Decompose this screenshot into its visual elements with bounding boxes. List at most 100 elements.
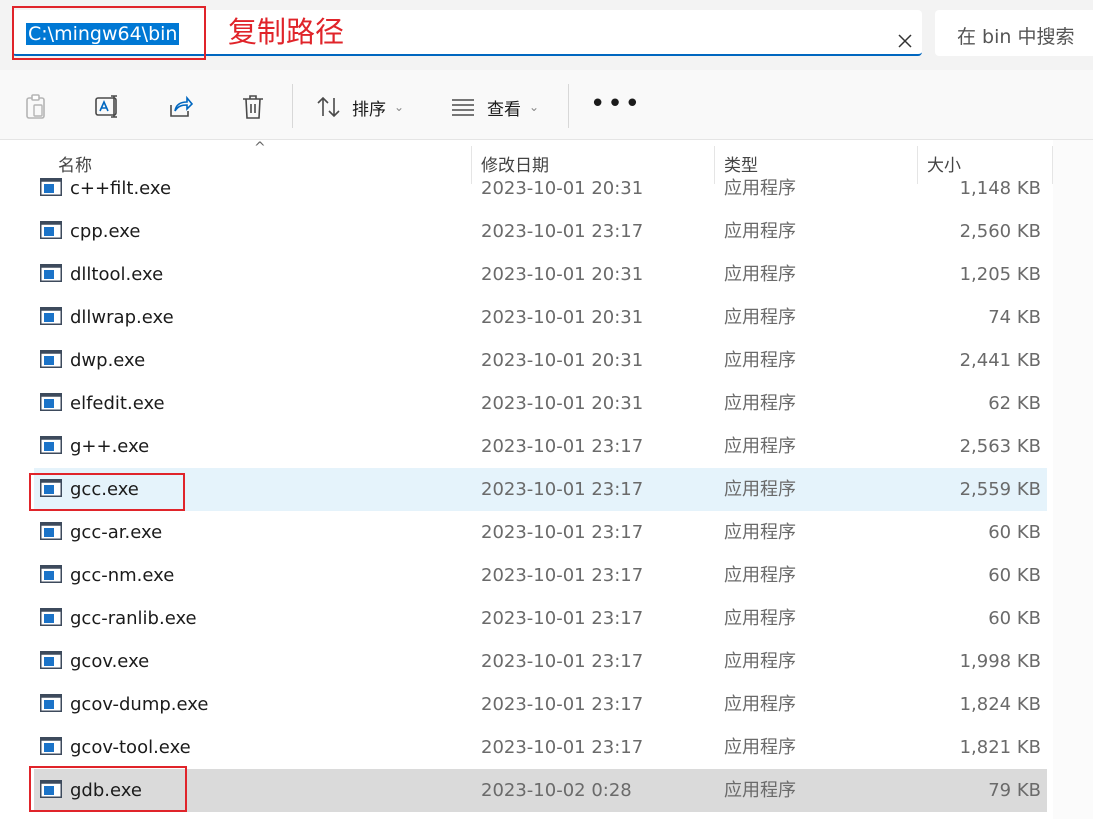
exe-file-icon [40, 221, 62, 239]
title-bar: C:\mingw64\bin 复制路径 在 bin 中搜索 [0, 0, 1093, 70]
delete-button[interactable] [238, 92, 268, 122]
file-name: gcc.exe [70, 479, 139, 500]
view-menu-button[interactable]: 查看 ⌄ [451, 92, 539, 122]
file-size: 2,559 KB [959, 479, 1041, 500]
file-size: 1,824 KB [959, 694, 1041, 715]
file-name: dlltool.exe [70, 264, 164, 285]
file-size: 79 KB [988, 780, 1041, 801]
file-size: 2,441 KB [959, 350, 1041, 371]
share-icon [170, 95, 194, 117]
paste-button[interactable] [21, 92, 51, 122]
view-list-icon [452, 99, 474, 116]
toolbar-divider [292, 84, 293, 128]
file-date: 2023-10-01 20:31 [481, 264, 644, 285]
file-type: 应用程序 [724, 436, 796, 457]
sort-icon [317, 96, 340, 118]
exe-file-icon [40, 780, 62, 798]
file-type: 应用程序 [724, 737, 796, 758]
file-type: 应用程序 [724, 780, 796, 801]
view-label: 查看 [487, 99, 521, 120]
file-name: gcc-ranlib.exe [70, 608, 197, 629]
column-size[interactable]: 大小 [927, 151, 961, 176]
file-row[interactable]: gcc-nm.exe 2023-10-01 23:17 应用程序 60 KB [34, 554, 1047, 597]
column-header: ^ 名称 修改日期 类型 大小 [0, 140, 1093, 184]
file-date: 2023-10-01 23:17 [481, 565, 644, 586]
file-type: 应用程序 [724, 479, 796, 500]
file-name: dwp.exe [70, 350, 146, 371]
file-size: 60 KB [988, 608, 1041, 629]
file-type: 应用程序 [724, 307, 796, 328]
file-type: 应用程序 [724, 608, 796, 629]
file-row[interactable]: dwp.exe 2023-10-01 20:31 应用程序 2,441 KB [34, 339, 1047, 382]
file-date: 2023-10-01 23:17 [481, 694, 644, 715]
column-type[interactable]: 类型 [724, 151, 758, 176]
file-name: gcc-nm.exe [70, 565, 175, 586]
column-name[interactable]: 名称 [58, 151, 92, 176]
exe-file-icon [40, 565, 62, 583]
command-bar: 排序 ⌄ 查看 ⌄ ••• [0, 70, 1093, 140]
column-date[interactable]: 修改日期 [481, 151, 549, 176]
file-row[interactable]: elfedit.exe 2023-10-01 20:31 应用程序 62 KB [34, 382, 1047, 425]
file-type: 应用程序 [724, 393, 796, 414]
file-row[interactable]: dllwrap.exe 2023-10-01 20:31 应用程序 74 KB [34, 296, 1047, 339]
file-name: gcov-dump.exe [70, 694, 209, 715]
file-date: 2023-10-01 23:17 [481, 221, 644, 242]
file-row[interactable]: gcc.exe 2023-10-01 23:17 应用程序 2,559 KB [34, 468, 1047, 511]
paste-icon [26, 94, 45, 119]
column-divider[interactable] [714, 146, 715, 184]
file-row[interactable]: gcov.exe 2023-10-01 23:17 应用程序 1,998 KB [34, 640, 1047, 683]
share-button[interactable] [166, 92, 196, 122]
file-list: c++filt.exe 2023-10-01 20:31 应用程序 1,148 KB c… [0, 140, 1093, 819]
file-row[interactable]: g++.exe 2023-10-01 23:17 应用程序 2,563 KB [34, 425, 1047, 468]
file-name: cpp.exe [70, 221, 141, 242]
address-path[interactable]: C:\mingw64\bin [26, 23, 180, 45]
exe-file-icon [40, 522, 62, 540]
file-row[interactable]: gcov-dump.exe 2023-10-01 23:17 应用程序 1,824 K… [34, 683, 1047, 726]
file-date: 2023-10-01 20:31 [481, 393, 644, 414]
sort-menu-button[interactable]: 排序 ⌄ [316, 92, 404, 122]
copy-path-annotation: 复制路径 [228, 15, 345, 49]
file-size: 1,998 KB [959, 651, 1041, 672]
file-row[interactable]: gcc-ar.exe 2023-10-01 23:17 应用程序 60 KB [34, 511, 1047, 554]
exe-file-icon [40, 651, 62, 669]
file-type: 应用程序 [724, 350, 796, 371]
file-name: g++.exe [70, 436, 150, 457]
file-type: 应用程序 [724, 522, 796, 543]
file-date: 2023-10-02 0:28 [481, 780, 632, 801]
exe-file-icon [40, 479, 62, 497]
search-placeholder: 在 bin 中搜索 [957, 26, 1075, 48]
column-divider[interactable] [471, 146, 472, 184]
file-size: 1,821 KB [959, 737, 1041, 758]
file-row[interactable]: gcc-ranlib.exe 2023-10-01 23:17 应用程序 60 KB [34, 597, 1047, 640]
file-rows: c++filt.exe 2023-10-01 20:31 应用程序 1,148 KB c… [34, 167, 1047, 812]
file-size: 60 KB [988, 522, 1041, 543]
file-date: 2023-10-01 20:31 [481, 350, 644, 371]
file-row[interactable]: cpp.exe 2023-10-01 23:17 应用程序 2,560 KB [34, 210, 1047, 253]
address-bar[interactable]: C:\mingw64\bin [12, 10, 922, 56]
rename-icon [95, 95, 117, 118]
exe-file-icon [40, 608, 62, 626]
search-box[interactable]: 在 bin 中搜索 [935, 10, 1093, 56]
file-date: 2023-10-01 23:17 [481, 479, 644, 500]
file-row[interactable]: dlltool.exe 2023-10-01 20:31 应用程序 1,205 KB [34, 253, 1047, 296]
column-divider[interactable] [917, 146, 918, 184]
file-row[interactable]: gcov-tool.exe 2023-10-01 23:17 应用程序 1,821 K… [34, 726, 1047, 769]
more-options-button[interactable]: ••• [590, 91, 642, 117]
exe-file-icon [40, 436, 62, 454]
file-type: 应用程序 [724, 565, 796, 586]
file-type: 应用程序 [724, 694, 796, 715]
file-size: 60 KB [988, 565, 1041, 586]
file-name: gcov-tool.exe [70, 737, 191, 758]
scrollbar[interactable] [1053, 140, 1093, 819]
exe-file-icon [40, 264, 62, 282]
trash-icon [243, 95, 263, 119]
file-date: 2023-10-01 20:31 [481, 307, 644, 328]
file-date: 2023-10-01 23:17 [481, 436, 644, 457]
exe-file-icon [40, 694, 62, 712]
file-date: 2023-10-01 23:17 [481, 522, 644, 543]
file-size: 1,205 KB [959, 264, 1041, 285]
rename-button[interactable] [93, 92, 123, 122]
file-row[interactable]: gdb.exe 2023-10-02 0:28 应用程序 79 KB [34, 769, 1047, 812]
clear-address-button[interactable] [892, 28, 918, 54]
file-size: 62 KB [988, 393, 1041, 414]
